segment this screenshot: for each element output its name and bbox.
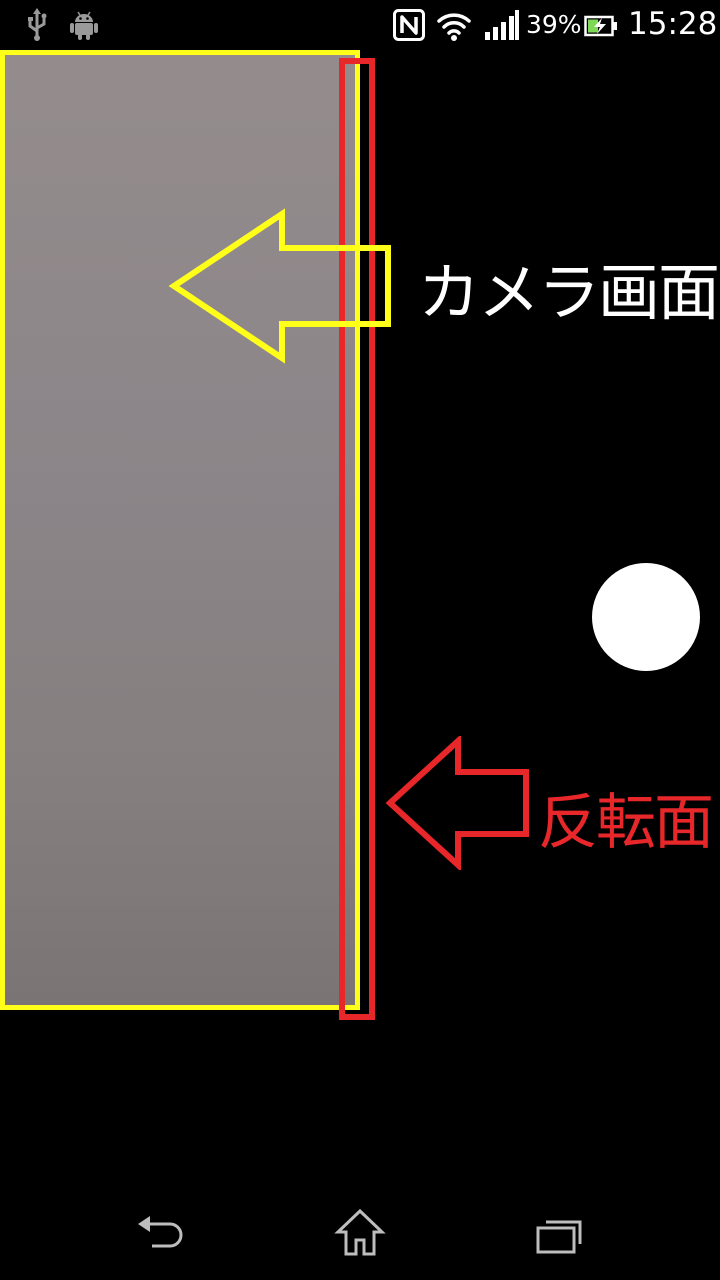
camera-area-highlight [0, 50, 360, 1010]
status-bar: 39% 15:28 [0, 0, 720, 50]
android-icon [70, 11, 98, 40]
usb-icon [28, 8, 47, 41]
flip-surface-label: 反転面 [538, 788, 714, 858]
camera-screen-label: カメラ画面 [418, 256, 720, 329]
camera-screen: 39% 15:28 カメラ画面 反転面 [0, 0, 720, 1280]
camera-arrow-icon [168, 208, 391, 364]
battery-charging-icon [584, 15, 617, 37]
battery-percentage: 39% [526, 10, 582, 39]
navigation-bar [0, 1190, 720, 1280]
flip-arrow-icon [385, 736, 529, 870]
clock: 15:28 [628, 6, 718, 42]
home-icon[interactable] [334, 1208, 386, 1258]
signal-icon [485, 10, 519, 40]
back-icon[interactable] [134, 1214, 186, 1254]
recent-apps-icon[interactable] [534, 1216, 586, 1256]
shutter-button[interactable] [592, 563, 700, 671]
flip-surface-highlight [339, 58, 375, 1020]
wifi-icon [437, 13, 471, 41]
nfc-icon [393, 9, 425, 41]
